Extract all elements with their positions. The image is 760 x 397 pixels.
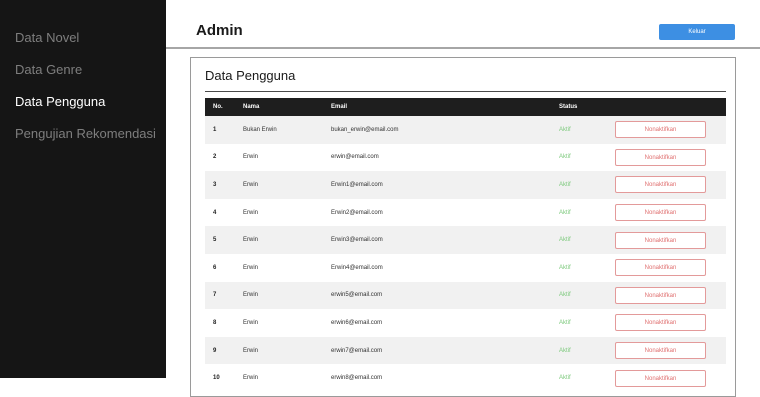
deactivate-button[interactable]: Nonaktifkan	[615, 286, 706, 304]
deactivate-button[interactable]: Nonaktifkan	[615, 314, 706, 332]
table-header-row: No. Nama Email Status	[205, 98, 726, 116]
table-row: 2 Erwin erwin@email.com Aktif Nonaktifkan	[205, 143, 726, 172]
column-header-status: Status	[559, 104, 578, 110]
cell-action: Nonaktifkan	[607, 199, 726, 227]
panel-divider	[205, 91, 726, 92]
cell-status: Aktif	[559, 209, 571, 216]
cell-email: Erwin3@email.com	[331, 237, 383, 244]
cell-email: erwin5@email.com	[331, 292, 383, 299]
deactivate-button[interactable]: Nonaktifkan	[615, 204, 706, 222]
cell-nama: Erwin	[243, 375, 259, 382]
cell-no: 2	[213, 154, 217, 161]
cell-no: 3	[213, 181, 217, 188]
cell-email: Erwin4@email.com	[331, 264, 383, 271]
table-row: 3 Erwin Erwin1@email.com Aktif Nonaktifkan	[205, 171, 726, 199]
column-header-email: Email	[331, 104, 348, 110]
cell-status: Aktif	[559, 126, 571, 133]
deactivate-button[interactable]: Nonaktifkan	[615, 342, 706, 360]
column-header-nama: Nama	[243, 104, 260, 110]
cell-no: 4	[213, 209, 217, 216]
cell-email: erwin7@email.com	[331, 347, 383, 354]
cell-email: erwin6@email.com	[331, 319, 383, 326]
deactivate-button[interactable]: Nonaktifkan	[615, 259, 706, 277]
cell-nama: Erwin	[243, 209, 259, 216]
cell-action: Nonaktifkan	[607, 309, 726, 337]
cell-no: 10	[213, 375, 220, 382]
cell-no: 9	[213, 347, 217, 354]
cell-action: Nonaktifkan	[607, 171, 726, 199]
sidebar-item-data-novel[interactable]: Data Novel	[0, 28, 166, 60]
cell-action: Nonaktifkan	[607, 337, 726, 365]
cell-nama: Erwin	[243, 237, 259, 244]
cell-status: Aktif	[559, 181, 571, 188]
cell-no: 8	[213, 319, 217, 326]
cell-nama: Bukan Erwin	[243, 126, 277, 133]
cell-no: 5	[213, 237, 217, 244]
deactivate-button[interactable]: Nonaktifkan	[615, 148, 706, 166]
cell-no: 1	[213, 126, 217, 133]
deactivate-button[interactable]: Nonaktifkan	[615, 369, 706, 387]
cell-status: Aktif	[559, 319, 571, 326]
cell-email: Erwin2@email.com	[331, 209, 383, 216]
cell-email: Erwin1@email.com	[331, 181, 383, 188]
cell-status: Aktif	[559, 154, 571, 161]
cell-status: Aktif	[559, 292, 571, 299]
cell-nama: Erwin	[243, 264, 259, 271]
cell-nama: Erwin	[243, 154, 259, 161]
sidebar-item-data-pengguna[interactable]: Data Pengguna	[0, 92, 166, 124]
cell-email: erwin8@email.com	[331, 375, 383, 382]
sidebar-item-pengujian-rekomendasi[interactable]: Pengujian Rekomendasi	[0, 124, 166, 156]
cell-action: Nonaktifkan	[607, 254, 726, 282]
column-header-action	[607, 98, 726, 116]
cell-nama: Erwin	[243, 319, 259, 326]
cell-no: 7	[213, 292, 217, 299]
table-row: 6 Erwin Erwin4@email.com Aktif Nonaktifkan	[205, 253, 726, 282]
sidebar-item-data-genre[interactable]: Data Genre	[0, 60, 166, 92]
cell-nama: Erwin	[243, 347, 259, 354]
cell-status: Aktif	[559, 375, 571, 382]
cell-no: 6	[213, 264, 217, 271]
cell-action: Nonaktifkan	[607, 364, 726, 392]
panel-title: Data Pengguna	[205, 68, 296, 83]
cell-status: Aktif	[559, 237, 571, 244]
cell-nama: Erwin	[243, 292, 259, 299]
cell-status: Aktif	[559, 264, 571, 271]
table-row: 8 Erwin erwin6@email.com Aktif Nonaktifkan	[205, 309, 726, 337]
cell-action: Nonaktifkan	[607, 226, 726, 254]
table-row: 4 Erwin Erwin2@email.com Aktif Nonaktifkan	[205, 198, 726, 227]
cell-email: bukan_erwin@email.com	[331, 126, 399, 133]
top-bar: Admin Keluar	[166, 0, 760, 49]
page-title: Admin	[196, 22, 243, 39]
cell-action: Nonaktifkan	[607, 282, 726, 310]
sidebar: Data Novel Data Genre Data Pengguna Peng…	[0, 0, 166, 378]
cell-email: erwin@email.com	[331, 154, 379, 161]
cell-action: Nonaktifkan	[607, 144, 726, 172]
cell-status: Aktif	[559, 347, 571, 354]
cell-nama: Erwin	[243, 181, 259, 188]
table-row: 10 Erwin erwin8@email.com Aktif Nonaktifkan	[205, 364, 726, 392]
table-row: 1 Bukan Erwin bukan_erwin@email.com Aktif No…	[205, 116, 726, 144]
logout-button[interactable]: Keluar	[659, 24, 735, 40]
users-panel: Data Pengguna No. Nama Email Status 1 Buk…	[190, 57, 736, 397]
deactivate-button[interactable]: Nonaktifkan	[615, 121, 706, 139]
table-row: 9 Erwin erwin7@email.com Aktif Nonaktifkan	[205, 336, 726, 365]
deactivate-button[interactable]: Nonaktifkan	[615, 231, 706, 249]
users-table: No. Nama Email Status 1 Bukan Erwin bukan_…	[205, 98, 726, 392]
table-row: 5 Erwin Erwin3@email.com Aktif Nonaktifkan	[205, 226, 726, 254]
column-header-no: No.	[213, 104, 223, 110]
table-row: 7 Erwin erwin5@email.com Aktif Nonaktifkan	[205, 281, 726, 310]
deactivate-button[interactable]: Nonaktifkan	[615, 176, 706, 194]
cell-action: Nonaktifkan	[607, 116, 726, 144]
